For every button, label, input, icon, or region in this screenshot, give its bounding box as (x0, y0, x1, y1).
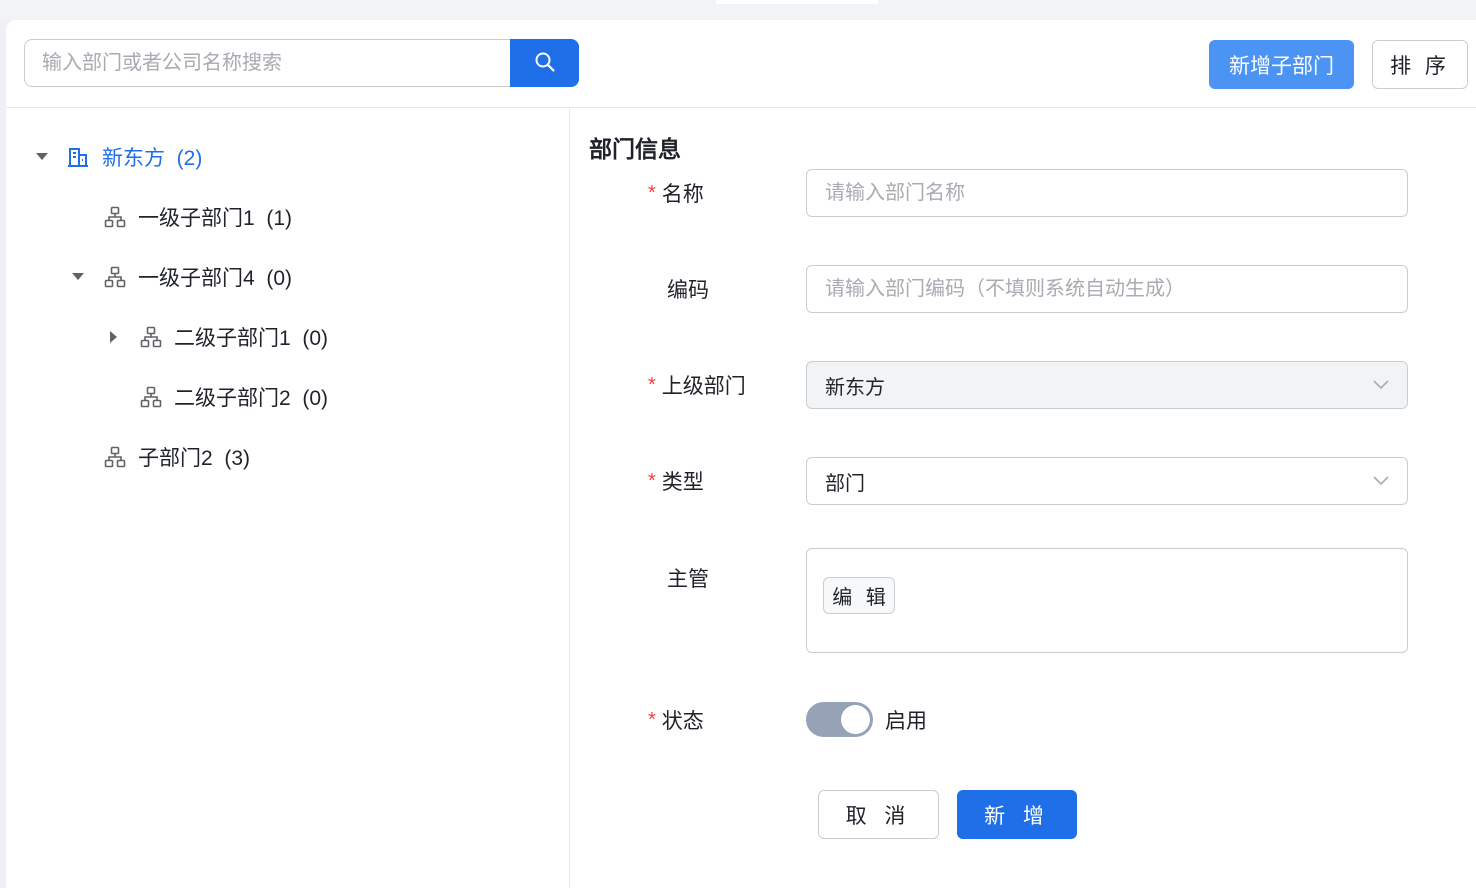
search-button[interactable] (510, 39, 579, 87)
parent-select[interactable]: 新东方 (806, 361, 1408, 409)
search-bar (24, 39, 579, 87)
status-label-text: 状态 (661, 710, 704, 733)
manager-label: 主管 (667, 563, 709, 593)
search-input[interactable] (24, 39, 511, 87)
type-select-value: 部门 (825, 472, 865, 495)
name-field (806, 169, 1408, 217)
parent-label-text: 上级部门 (661, 375, 746, 398)
org-chart-icon (140, 386, 162, 408)
tree-node-label: 二级子部门1 (0) (174, 327, 329, 350)
parent-select-value: 新东方 (825, 376, 885, 399)
org-chart-icon (104, 446, 126, 468)
tree-node[interactable]: 二级子部门2 (0) (140, 382, 328, 412)
name-input[interactable] (825, 181, 1389, 205)
type-label: * 类型 (648, 466, 704, 496)
org-chart-icon (104, 206, 126, 228)
status-toggle[interactable] (806, 702, 873, 737)
name-label-text: 名称 (661, 183, 704, 206)
required-mark: * (648, 708, 656, 731)
toggle-knob (841, 705, 870, 734)
manager-box: 编 辑 (806, 548, 1408, 653)
code-label: 编码 (667, 274, 709, 304)
tab-indicator (716, 0, 878, 4)
submit-button[interactable]: 新 增 (957, 790, 1077, 839)
required-mark: * (648, 373, 656, 396)
parent-label: * 上级部门 (648, 370, 746, 400)
required-mark: * (648, 469, 656, 492)
top-strip (0, 0, 1476, 20)
tree-node-label: 一级子部门1 (1) (138, 207, 293, 230)
sort-button[interactable]: 排 序 (1372, 40, 1468, 89)
tree-node[interactable]: 一级子部门4 (0) (70, 262, 292, 292)
type-select[interactable]: 部门 (806, 457, 1408, 505)
tree-node[interactable]: 子部门2 (3) (104, 442, 250, 472)
chevron-down-icon (1373, 476, 1389, 486)
tree-node-label: 新东方 (2) (102, 147, 203, 170)
org-chart-icon (104, 266, 126, 288)
tree-node-root[interactable]: 新东方 (2) (34, 142, 202, 172)
panel-divider (569, 108, 570, 888)
cancel-button[interactable]: 取 消 (818, 790, 939, 839)
status-label: * 状态 (648, 705, 704, 735)
code-field (806, 265, 1408, 313)
section-title: 部门信息 (589, 136, 681, 162)
caret-right-icon[interactable] (106, 331, 122, 343)
code-input[interactable] (825, 277, 1389, 301)
caret-down-icon[interactable] (34, 153, 50, 161)
required-mark: * (648, 181, 656, 204)
manager-label-text: 主管 (667, 568, 709, 591)
caret-down-icon[interactable] (70, 273, 86, 281)
type-label-text: 类型 (661, 471, 704, 494)
building-icon (66, 145, 90, 169)
tree-node-label: 一级子部门4 (0) (138, 267, 293, 290)
tree-node[interactable]: 一级子部门1 (1) (104, 202, 292, 232)
search-icon (534, 51, 556, 76)
header-divider (6, 107, 1476, 108)
tree-node[interactable]: 二级子部门1 (0) (106, 322, 328, 352)
chevron-down-icon (1373, 380, 1389, 390)
edit-manager-button[interactable]: 编 辑 (823, 577, 895, 614)
name-label: * 名称 (648, 178, 704, 208)
code-label-text: 编码 (667, 279, 709, 302)
tree-node-label: 子部门2 (3) (138, 447, 251, 470)
tree-node-label: 二级子部门2 (0) (174, 387, 329, 410)
org-chart-icon (140, 326, 162, 348)
status-toggle-text: 启用 (885, 710, 927, 733)
add-sub-department-button[interactable]: 新增子部门 (1209, 40, 1354, 89)
